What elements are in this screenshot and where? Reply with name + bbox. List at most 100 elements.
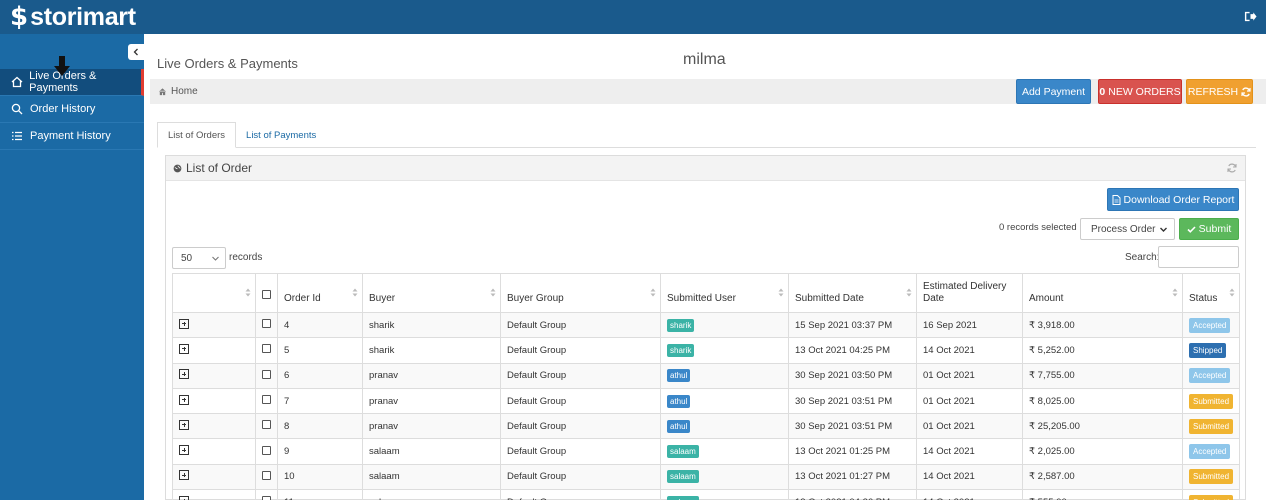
- amount-cell: ₹ 25,205.00: [1022, 413, 1183, 440]
- tab-list-of-orders[interactable]: List of Orders: [157, 122, 237, 148]
- col-order-id[interactable]: Order Id: [277, 273, 363, 313]
- expand-row-icon[interactable]: [179, 369, 189, 380]
- expand-cell: [172, 438, 256, 465]
- status-badge: Accepted: [1189, 317, 1231, 333]
- status-badge: Accepted: [1189, 444, 1231, 460]
- add-payment-button[interactable]: Add Payment: [1016, 79, 1091, 104]
- page-length-value: 50: [181, 252, 193, 264]
- row-checkbox[interactable]: [262, 369, 271, 379]
- col-buyer[interactable]: Buyer: [362, 273, 501, 313]
- expand-row-icon[interactable]: [179, 318, 189, 329]
- expand-cell: [172, 387, 256, 415]
- search-label: Search:: [1125, 252, 1160, 263]
- delivery-date-cell: 01 Oct 2021: [916, 413, 1023, 440]
- tab-list-of-payments[interactable]: List of Payments: [236, 122, 326, 148]
- expand-row-icon[interactable]: [179, 394, 189, 405]
- buyer-cell: pranav: [362, 387, 501, 415]
- submitted-date-cell: 30 Sep 2021 03:51 PM: [788, 387, 917, 415]
- globe-icon: [173, 164, 182, 172]
- status-badge: Submitted: [1189, 469, 1234, 485]
- table-row[interactable]: 9 salaam Default Group salaam 13 Oct 2021 01…: [172, 438, 1240, 465]
- status-badge: Submitted: [1189, 494, 1234, 500]
- col-expand[interactable]: [172, 273, 256, 313]
- status-cell: Submitted: [1182, 413, 1240, 440]
- table-row[interactable]: 11salaamDefault Groupsalaam13 Oct 2021 0…: [172, 489, 1240, 500]
- expand-row-icon[interactable]: [179, 470, 189, 481]
- download-order-report-button[interactable]: Download Order Report: [1107, 188, 1239, 211]
- col-submitted-user[interactable]: Submitted User: [660, 273, 789, 313]
- arrow-down-cursor-icon: [54, 56, 70, 76]
- sidebar-item-label: Order History: [30, 103, 96, 115]
- tab-bar: List of Orders List of Payments: [157, 122, 326, 148]
- search-input[interactable]: [1158, 246, 1239, 268]
- col-submitted-date[interactable]: Submitted Date: [788, 273, 917, 313]
- row-checkbox[interactable]: [262, 445, 271, 455]
- table-row[interactable]: 8 pranav Default Group athul 30 Sep 2021 03:…: [172, 413, 1240, 440]
- expand-row-icon[interactable]: [179, 419, 189, 430]
- status-cell: Submitted: [1182, 463, 1240, 491]
- logo-s-mark-icon: $: [10, 2, 29, 32]
- table-row[interactable]: 7 pranav Default Group athul 30 Sep 2021 03:…: [172, 387, 1240, 415]
- status-cell: Accepted: [1182, 311, 1240, 339]
- logout-icon[interactable]: [1244, 10, 1257, 23]
- table-row[interactable]: 4 sharik Default Group sharik 15 Sep 2021 03…: [172, 311, 1240, 339]
- buyer-group-cell: Default Group: [500, 311, 661, 339]
- status-cell: Shipped: [1182, 337, 1240, 364]
- new-orders-count: 0: [1099, 85, 1106, 98]
- col-status[interactable]: Status: [1182, 273, 1240, 313]
- table-row[interactable]: 5 sharik Default Group sharik 13 Oct 2021 04…: [172, 337, 1240, 364]
- status-badge: Accepted: [1189, 368, 1231, 384]
- col-amount[interactable]: Amount: [1022, 273, 1183, 313]
- amount-cell: ₹ 555.00: [1022, 489, 1183, 500]
- expand-cell: [172, 463, 256, 491]
- chevron-down-icon: [212, 256, 219, 261]
- submitted-user-cell: salaam: [660, 438, 789, 465]
- sort-icon: [906, 288, 912, 297]
- sort-icon: [352, 288, 358, 297]
- refresh-button[interactable]: REFRESH: [1186, 79, 1253, 104]
- sort-icon: [650, 288, 656, 297]
- order-id-cell: 9: [277, 438, 363, 465]
- buyer-cell: sharik: [362, 311, 501, 339]
- sidebar-item-label: Payment History: [30, 130, 111, 142]
- page-length-select[interactable]: 50: [172, 247, 226, 269]
- user-badge: sharik: [667, 343, 695, 357]
- submit-button[interactable]: Submit: [1179, 218, 1239, 240]
- row-checkbox[interactable]: [262, 420, 271, 430]
- col-estimated-delivery[interactable]: Estimated Delivery Date: [916, 273, 1023, 313]
- new-orders-button[interactable]: 0 NEW ORDERS: [1098, 79, 1182, 104]
- col-select-all[interactable]: [255, 273, 278, 313]
- panel-header: List of Order: [166, 156, 1245, 181]
- status-cell: Accepted: [1182, 362, 1240, 389]
- submitted-user-cell: sharik: [660, 311, 789, 339]
- delivery-date-cell: 14 Oct 2021: [916, 463, 1023, 491]
- row-checkbox[interactable]: [262, 496, 271, 500]
- table-row[interactable]: 10 salaam Default Group salaam 13 Oct 2021 0…: [172, 463, 1240, 491]
- breadcrumb[interactable]: Home: [158, 86, 198, 97]
- sidebar-collapse-button[interactable]: [128, 44, 144, 60]
- panel-refresh-icon[interactable]: [1227, 163, 1237, 173]
- sidebar-item-payment-history[interactable]: Payment History: [0, 123, 144, 150]
- row-checkbox[interactable]: [262, 344, 271, 354]
- main-content: Live Orders & Payments milma Home Add Pa…: [144, 34, 1266, 500]
- table-row[interactable]: 6 pranav Default Group athul 30 Sep 2021 03:…: [172, 362, 1240, 389]
- amount-cell: ₹ 2,025.00: [1022, 438, 1183, 465]
- expand-row-icon[interactable]: [179, 495, 189, 500]
- expand-row-icon[interactable]: [179, 343, 189, 354]
- expand-row-icon[interactable]: [179, 445, 189, 456]
- delivery-date-cell: 14 Oct 2021: [916, 337, 1023, 364]
- chevron-down-icon: [1160, 227, 1167, 232]
- user-badge: athul: [667, 419, 691, 433]
- sidebar-item-live-orders[interactable]: Live Orders & Payments: [0, 69, 144, 96]
- select-all-checkbox[interactable]: [262, 290, 271, 299]
- process-order-select[interactable]: Process Order: [1080, 218, 1175, 240]
- col-buyer-group[interactable]: Buyer Group: [500, 273, 661, 313]
- storimart-logo[interactable]: $ storimart: [10, 2, 136, 32]
- new-orders-label: NEW ORDERS: [1108, 85, 1181, 98]
- buyer-cell: salaam: [362, 463, 501, 491]
- row-checkbox[interactable]: [262, 470, 271, 480]
- row-checkbox[interactable]: [262, 319, 271, 329]
- row-checkbox[interactable]: [262, 395, 271, 405]
- status-cell: Accepted: [1182, 438, 1240, 465]
- sidebar-item-order-history[interactable]: Order History: [0, 96, 144, 123]
